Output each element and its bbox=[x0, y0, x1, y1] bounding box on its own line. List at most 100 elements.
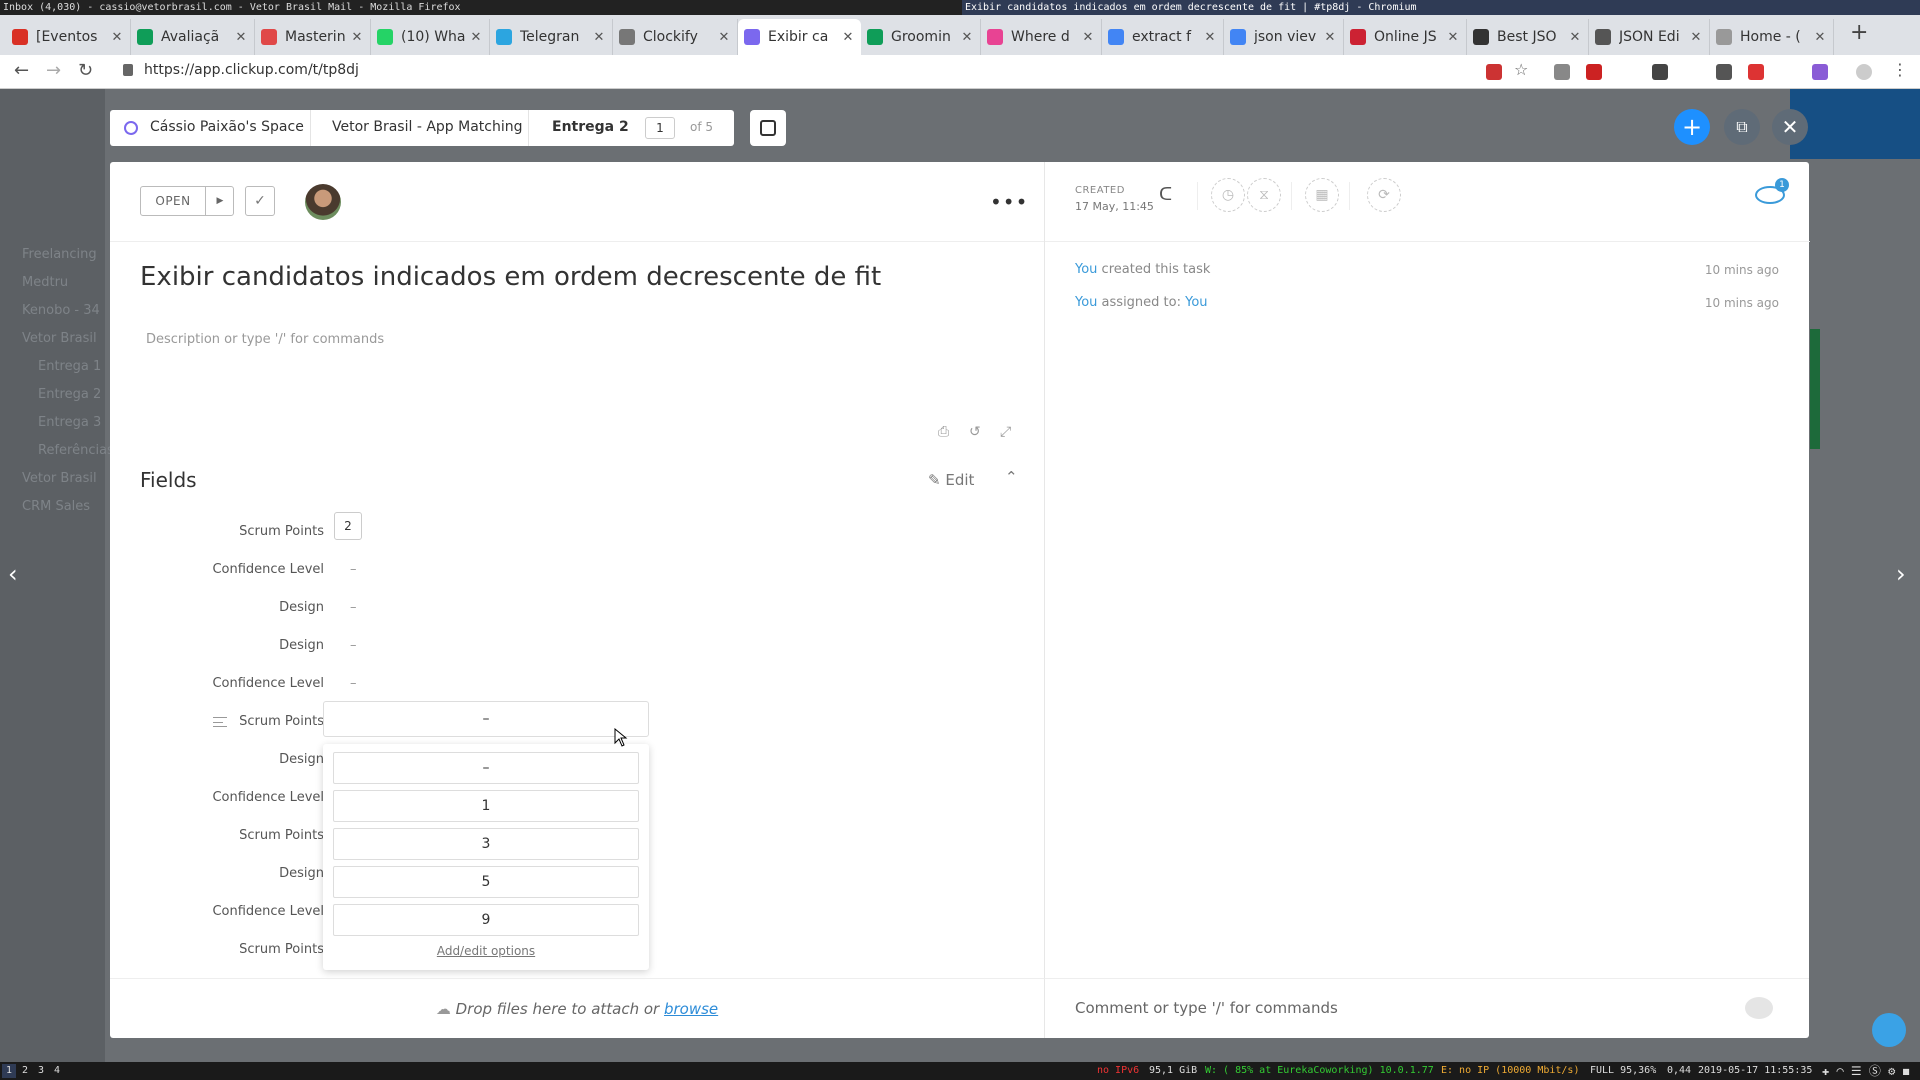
tab-close-icon[interactable]: ✕ bbox=[108, 30, 126, 45]
reload-icon[interactable]: ↻ bbox=[78, 60, 93, 81]
previous-task-arrow-icon[interactable]: ‹ bbox=[8, 560, 18, 588]
tab-close-icon[interactable]: ✕ bbox=[1566, 30, 1584, 45]
browser-tab[interactable]: Groomin ✕ bbox=[861, 19, 981, 55]
clockify-icon bbox=[619, 29, 635, 45]
time-estimate-icon[interactable]: ⧖ bbox=[1247, 178, 1281, 212]
tab-close-icon[interactable]: ✕ bbox=[1321, 30, 1339, 45]
tab-close-icon[interactable]: ✕ bbox=[1811, 30, 1829, 45]
attachments-dropzone[interactable]: ☁ Drop files here to attach or browse bbox=[110, 978, 1044, 1038]
tray-icons[interactable]: ✚ ◠ ☰ Ⓢ ⚙ ◼ bbox=[1822, 1062, 1910, 1080]
expand-icon[interactable]: ⤢ bbox=[1000, 424, 1011, 440]
tab-close-icon[interactable]: ✕ bbox=[1687, 30, 1705, 45]
chat-bubble-icon[interactable] bbox=[1745, 997, 1773, 1019]
field-value[interactable]: – bbox=[350, 676, 357, 691]
field-value[interactable]: – bbox=[350, 638, 357, 653]
activity-target[interactable]: You bbox=[1185, 295, 1207, 310]
due-date-icon[interactable]: ▦ bbox=[1305, 178, 1339, 212]
breadcrumb-list[interactable]: Vetor Brasil - App Matching bbox=[332, 119, 523, 135]
extension-icon[interactable] bbox=[1486, 64, 1502, 80]
tab-close-icon[interactable]: ✕ bbox=[348, 30, 366, 45]
complete-check-button[interactable]: ✓ bbox=[245, 186, 275, 216]
dropdown-option[interactable]: 1 bbox=[333, 790, 639, 822]
bookmark-star-icon[interactable]: ☆ bbox=[1514, 60, 1530, 79]
tab-close-icon[interactable]: ✕ bbox=[590, 30, 608, 45]
dropdown-option[interactable]: – bbox=[333, 752, 639, 784]
activity-user[interactable]: You bbox=[1075, 295, 1097, 310]
workspace-button[interactable]: 3 bbox=[34, 1064, 48, 1078]
workspace-button[interactable]: 2 bbox=[18, 1064, 32, 1078]
open-fullscreen-button[interactable]: ⧉ bbox=[1724, 109, 1760, 145]
tab-close-icon[interactable]: ✕ bbox=[467, 30, 485, 45]
space-icon bbox=[124, 121, 138, 135]
tab-close-icon[interactable]: ✕ bbox=[1201, 30, 1219, 45]
extension-icon[interactable] bbox=[1652, 64, 1668, 80]
drag-handle-icon[interactable] bbox=[213, 717, 227, 727]
browser-tab[interactable]: Avaliaçã ✕ bbox=[131, 19, 255, 55]
tab-close-icon[interactable]: ✕ bbox=[958, 30, 976, 45]
browser-tab[interactable]: Telegran ✕ bbox=[490, 19, 613, 55]
forward-icon[interactable]: → bbox=[46, 60, 61, 81]
next-task-arrow-icon[interactable]: › bbox=[1896, 560, 1906, 588]
breadcrumb-current[interactable]: Entrega 2 bbox=[552, 119, 629, 135]
back-icon[interactable]: ← bbox=[14, 60, 29, 81]
scrum-points-value[interactable]: 2 bbox=[334, 512, 362, 540]
history-icon[interactable]: ↺ bbox=[969, 424, 981, 440]
profile-icon[interactable] bbox=[1856, 64, 1872, 80]
workspace-button[interactable]: 1 bbox=[2, 1064, 16, 1078]
time-tracked-icon[interactable]: ◷ bbox=[1211, 178, 1245, 212]
tab-close-icon[interactable]: ✕ bbox=[232, 30, 250, 45]
clickup-ext-icon[interactable] bbox=[1812, 64, 1828, 80]
scrum-points-select[interactable]: – bbox=[323, 701, 649, 737]
browser-tab[interactable]: extract f ✕ bbox=[1102, 19, 1224, 55]
breadcrumb-space[interactable]: Cássio Paixão's Space bbox=[150, 119, 304, 135]
field-value[interactable]: – bbox=[350, 562, 357, 577]
share-button[interactable] bbox=[750, 110, 786, 146]
browser-tab[interactable]: Masterin ✕ bbox=[255, 19, 371, 55]
clockify-ext-icon[interactable] bbox=[1716, 64, 1732, 80]
tab-close-icon[interactable]: ✕ bbox=[1444, 30, 1462, 45]
status-next-icon[interactable]: ▶ bbox=[205, 187, 234, 215]
tab-close-icon[interactable]: ✕ bbox=[715, 30, 733, 45]
browse-link[interactable]: browse bbox=[664, 1000, 718, 1018]
tab-close-icon[interactable]: ✕ bbox=[839, 30, 857, 45]
tab-close-icon[interactable]: ✕ bbox=[1079, 30, 1097, 45]
browser-tab[interactable]: Best JSO ✕ bbox=[1467, 19, 1589, 55]
menu-kebab-icon[interactable]: ⋮ bbox=[1892, 60, 1908, 79]
browser-tab[interactable]: Online JS ✕ bbox=[1344, 19, 1467, 55]
notepad-fab-button[interactable] bbox=[1872, 1013, 1906, 1047]
dropdown-option[interactable]: 3 bbox=[333, 828, 639, 860]
browser-tab[interactable]: JSON Edi ✕ bbox=[1589, 19, 1710, 55]
page-number-input[interactable]: 1 bbox=[645, 117, 675, 139]
recurring-icon[interactable]: ⟳ bbox=[1367, 178, 1401, 212]
new-tab-button[interactable]: + bbox=[1850, 20, 1868, 45]
task-title[interactable]: Exibir candidatos indicados em ordem dec… bbox=[140, 262, 881, 292]
browser-tab[interactable]: Where d ✕ bbox=[981, 19, 1102, 55]
add-button[interactable]: + bbox=[1674, 109, 1710, 145]
field-value[interactable]: – bbox=[350, 600, 357, 615]
status-button[interactable]: OPEN ▶ bbox=[140, 186, 234, 216]
dropdown-option[interactable]: 9 bbox=[333, 904, 639, 936]
workspace-button[interactable]: 4 bbox=[50, 1064, 64, 1078]
collapse-chevron-icon[interactable]: ⌃ bbox=[1005, 468, 1018, 486]
browser-tab[interactable]: Clockify ✕ bbox=[613, 19, 738, 55]
more-options-icon[interactable]: ••• bbox=[990, 190, 1028, 214]
extension-icon[interactable] bbox=[1748, 64, 1764, 80]
activity-user[interactable]: You bbox=[1075, 262, 1097, 277]
edit-fields-button[interactable]: ✎ Edit bbox=[928, 471, 974, 489]
browser-tab[interactable]: Exibir ca ✕ bbox=[738, 19, 861, 55]
dropdown-option[interactable]: 5 bbox=[333, 866, 639, 898]
close-modal-button[interactable]: ✕ bbox=[1772, 109, 1808, 145]
camera-icon[interactable] bbox=[1554, 64, 1570, 80]
clockify-icon[interactable]: ᑕ bbox=[1159, 184, 1172, 205]
url-field[interactable]: https://app.clickup.com/t/tp8dj bbox=[144, 62, 359, 78]
browser-tab[interactable]: json viev ✕ bbox=[1224, 19, 1344, 55]
comment-input[interactable]: Comment or type '/' for commands bbox=[1075, 999, 1338, 1017]
browser-tab[interactable]: [Eventos ✕ bbox=[6, 19, 131, 55]
extension-icon[interactable] bbox=[1586, 64, 1602, 80]
add-edit-options-link[interactable]: Add/edit options bbox=[323, 944, 649, 958]
browser-tab[interactable]: (10) Wha ✕ bbox=[371, 19, 490, 55]
assignee-avatar[interactable] bbox=[305, 184, 341, 220]
browser-tab[interactable]: Home - (✕ bbox=[1710, 19, 1834, 55]
description-input[interactable]: Description or type '/' for commands bbox=[146, 332, 384, 347]
print-icon[interactable]: ⎙ bbox=[938, 424, 949, 440]
